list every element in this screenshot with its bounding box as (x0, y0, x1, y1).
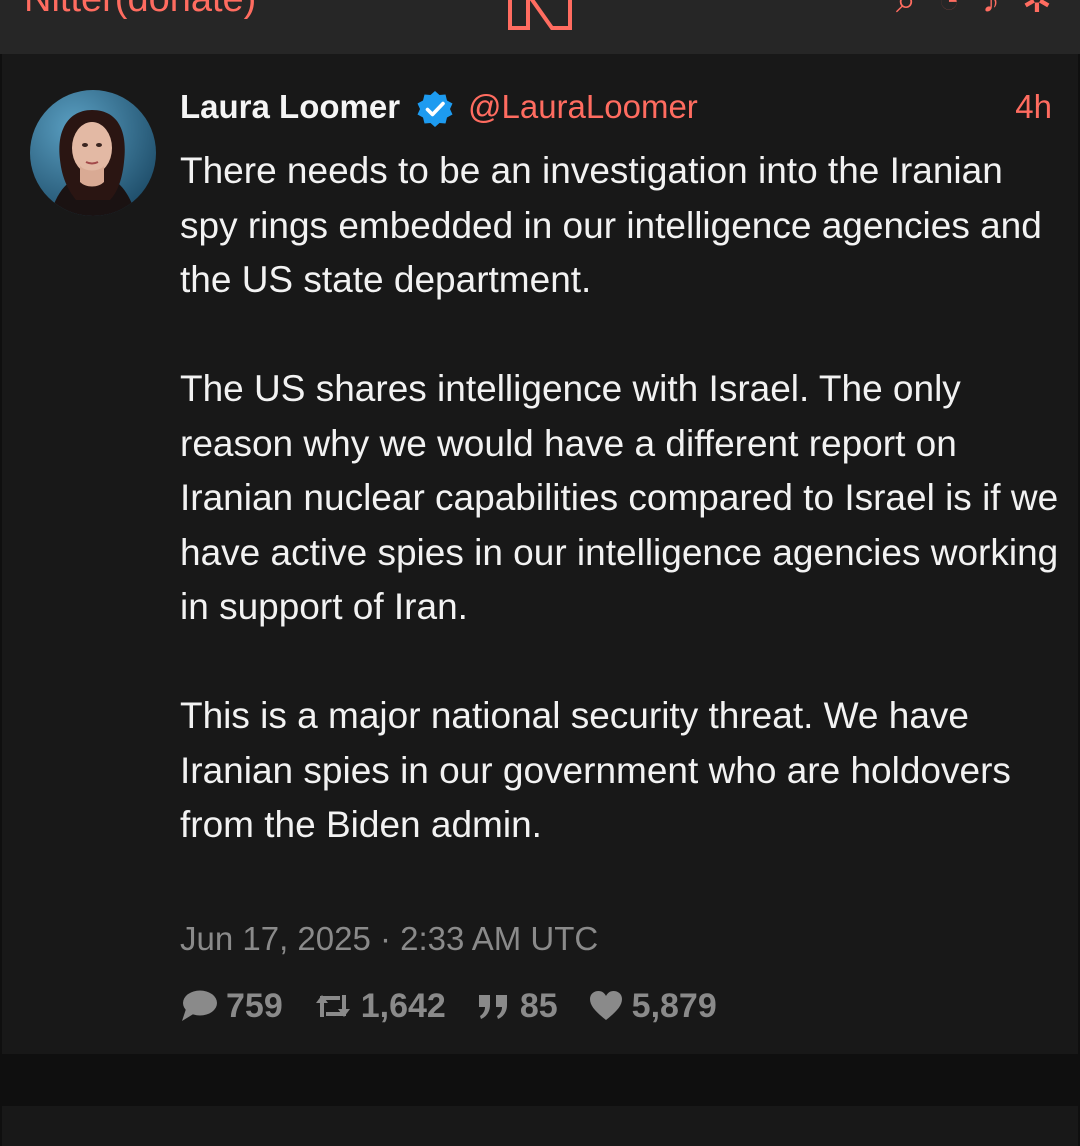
tweet-stats: 759 1,642 85 5,879 (180, 984, 747, 1028)
settings-icon[interactable]: ✲ (1022, 0, 1052, 18)
pin-icon[interactable]: ♪ (982, 0, 1000, 18)
tweet-header: Laura Loomer @LauraLoomer 4h (180, 84, 1052, 128)
reply-count: 759 (226, 986, 283, 1025)
retweet-stat[interactable]: 1,642 (313, 987, 446, 1026)
next-timeline-item (2, 1106, 1078, 1146)
search-icon[interactable]: ⌕ (896, 0, 916, 18)
like-count: 5,879 (631, 986, 717, 1025)
retweet-icon (315, 995, 350, 1017)
retweet-count: 1,642 (360, 986, 446, 1025)
heart-icon (589, 991, 622, 1020)
rss-icon[interactable]: ◔ (938, 0, 960, 18)
tweet-content: There needs to be an investigation into … (180, 144, 1060, 853)
tweet-published-date[interactable]: Jun 17, 2025 · 2:33 AM UTC (180, 920, 598, 958)
quote-count: 85 (519, 986, 558, 1025)
quote-icon (478, 995, 507, 1019)
username-link[interactable]: @LauraLoomer (468, 88, 698, 126)
comment-icon (182, 990, 217, 1021)
avatar[interactable] (30, 90, 156, 216)
top-nav-bar: Nitter(donate) ⌕ ◔ ♪ ✲ (0, 0, 1080, 54)
timeline-gap (0, 1054, 1080, 1106)
tweet-paragraph: The US shares intelligence with Israel. … (180, 368, 1059, 627)
nitter-logo-icon[interactable] (504, 0, 576, 32)
tweet-paragraph: There needs to be an investigation into … (180, 150, 1042, 300)
site-link[interactable]: Nitter(donate) (24, 0, 256, 21)
tweet-card: Laura Loomer @LauraLoomer 4h There needs… (2, 54, 1078, 1054)
topbar-icon-group: ⌕ ◔ ♪ ✲ (896, 0, 1052, 18)
tweet-age-link[interactable]: 4h (1015, 88, 1052, 126)
tweet-paragraph: This is a major national security threat… (180, 695, 1011, 845)
like-stat[interactable]: 5,879 (588, 987, 717, 1026)
reply-stat[interactable]: 759 (180, 987, 283, 1026)
verified-badge-icon (417, 91, 453, 127)
display-name[interactable]: Laura Loomer (180, 88, 400, 126)
quote-stat[interactable]: 85 (476, 987, 558, 1026)
